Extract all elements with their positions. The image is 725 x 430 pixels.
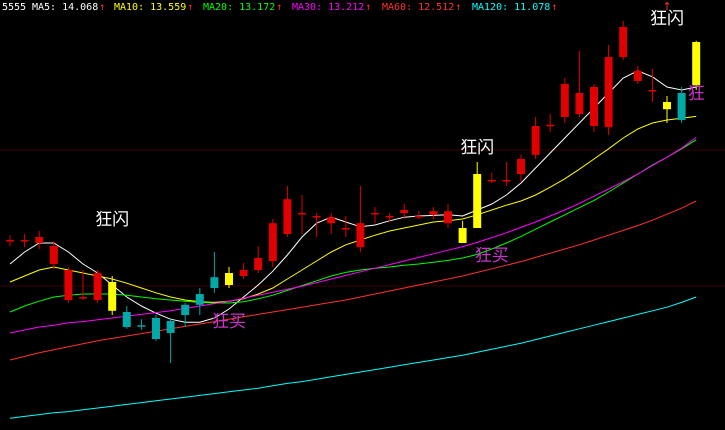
candle-body	[152, 318, 160, 339]
candle-body	[327, 217, 336, 224]
top-arrow-icon: ↑	[662, 0, 671, 13]
candle-body	[604, 57, 613, 128]
candle-body	[195, 294, 204, 305]
ma-legend: 5555 MA5: 14.068 ↑ MA10: 13.559 ↑ MA20: 13.17…	[2, 2, 557, 13]
legend-up-arrow-icon: ↑	[455, 2, 461, 13]
signal-label: 狂买	[475, 246, 509, 266]
signal-label: 狂闪	[460, 138, 494, 158]
candle[interactable]	[692, 40, 701, 90]
signal-label: 狂买	[212, 312, 246, 332]
symbol-code: 5555	[2, 2, 26, 13]
candle-body	[341, 228, 350, 230]
legend-up-arrow-icon: ↑	[187, 2, 193, 13]
candle-body	[517, 159, 525, 174]
candle-body	[371, 213, 379, 215]
candle[interactable]	[152, 315, 160, 341]
candle-body	[35, 237, 44, 243]
candle-body	[254, 258, 263, 270]
candle-body	[356, 223, 365, 248]
candle-body	[590, 87, 598, 126]
candle-body	[473, 174, 482, 228]
candle-body	[575, 93, 584, 114]
candle-body	[122, 312, 131, 327]
candle-body	[20, 240, 29, 242]
candle-body	[210, 277, 219, 288]
legend-ma10: MA10: 13.559	[114, 2, 186, 13]
candle-body	[487, 180, 496, 182]
legend-up-arrow-icon: ↑	[276, 2, 282, 13]
legend-ma60: MA60: 12.512	[382, 2, 454, 13]
legend-ma30: MA30: 13.212	[292, 2, 364, 13]
candle[interactable]	[560, 78, 569, 123]
candle[interactable]	[64, 267, 73, 303]
stock-chart: 狂闪狂买狂闪狂买狂闪狂↑ 5555 MA5: 14.068 ↑ MA10: 13.55…	[0, 0, 725, 430]
candle-body	[619, 27, 628, 57]
candle-body	[531, 126, 540, 155]
legend-up-arrow-icon: ↑	[365, 2, 371, 13]
candle[interactable]	[590, 84, 598, 132]
candle-body	[268, 223, 277, 261]
candle-body	[298, 213, 306, 215]
legend-up-arrow-icon: ↑	[551, 2, 557, 13]
candle[interactable]	[268, 219, 277, 267]
candle[interactable]	[604, 45, 613, 135]
candle-body	[79, 297, 87, 299]
candle-body	[385, 216, 394, 218]
candle-body	[414, 216, 423, 218]
candle-body	[400, 210, 409, 213]
legend-ma5: MA5: 14.068	[32, 2, 98, 13]
candle-body	[93, 273, 102, 300]
candle-body	[283, 199, 292, 234]
legend-ma120: MA120: 11.078	[472, 2, 550, 13]
signal-label: 狂	[688, 84, 705, 104]
candle-body	[692, 42, 701, 86]
candle-body	[648, 90, 657, 92]
candle-body	[663, 102, 671, 110]
candle-body	[137, 325, 146, 327]
candle-body	[6, 240, 14, 242]
legend-up-arrow-icon: ↑	[99, 2, 105, 13]
candle[interactable]	[93, 270, 102, 303]
candle-body	[429, 211, 438, 215]
candle-body	[677, 93, 686, 120]
candle-body	[239, 270, 248, 276]
candle-body	[49, 246, 58, 264]
candle-body	[546, 124, 555, 127]
candle-body	[225, 273, 233, 285]
candle-body	[108, 282, 117, 311]
candle-body	[181, 304, 190, 315]
candle-body	[444, 211, 452, 224]
signal-label: 狂闪	[95, 210, 129, 230]
candle-body	[64, 270, 73, 300]
candle-body	[560, 84, 569, 117]
candle-body	[312, 216, 321, 218]
candle-body	[166, 321, 175, 333]
legend-ma20: MA20: 13.172	[203, 2, 275, 13]
candle-body	[633, 70, 642, 81]
candle-body	[502, 180, 511, 182]
candle-body	[458, 228, 467, 243]
